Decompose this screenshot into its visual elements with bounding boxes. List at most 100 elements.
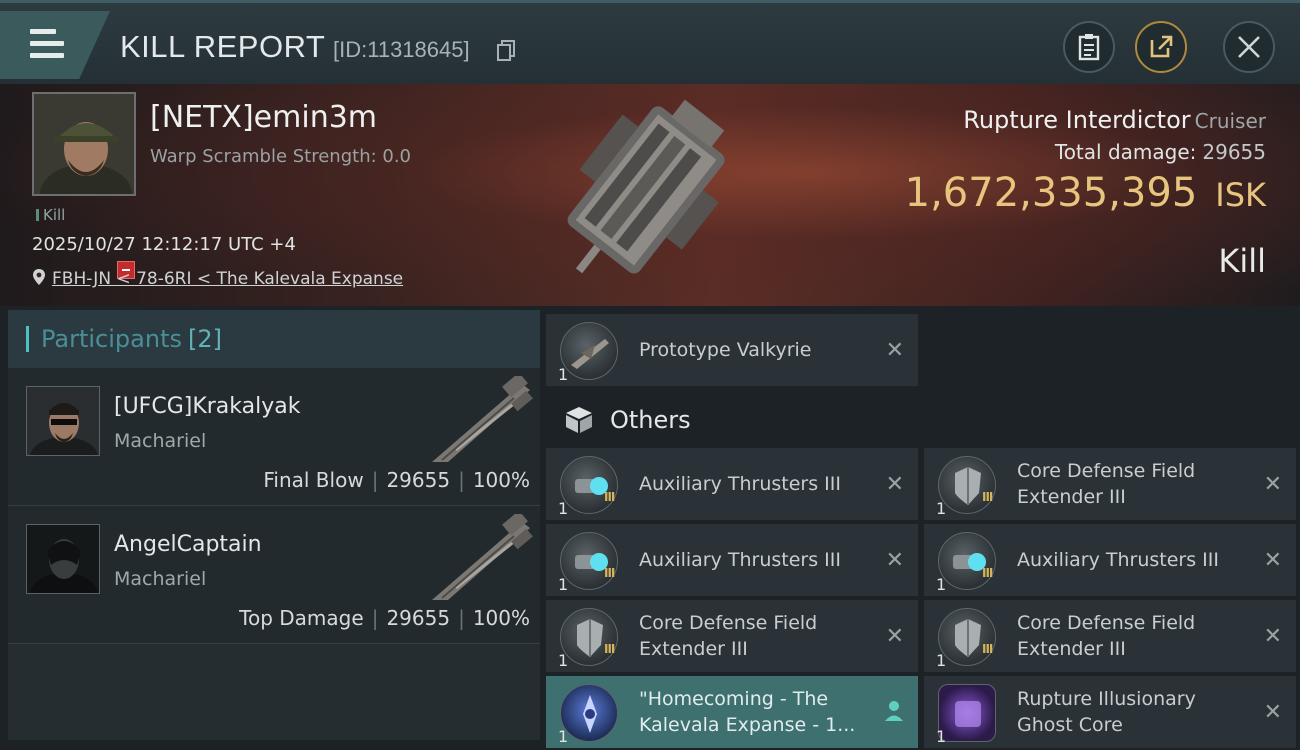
cube-icon	[566, 407, 592, 433]
item-quantity: 1	[558, 727, 569, 746]
participant-row[interactable]: AngelCaptain Machariel Top Damage | 29655 |…	[8, 506, 540, 644]
ship-class: Cruiser	[1194, 109, 1266, 133]
participant-percent: 100%	[472, 606, 530, 630]
close-icon	[1238, 36, 1260, 58]
kill-location[interactable]: FBH-JN < 78-6RI < The Kalevala Expanse	[32, 268, 403, 289]
portrait-image	[27, 387, 99, 455]
participant-avatar[interactable]	[26, 386, 100, 456]
item-name: Prototype Valkyrie	[639, 339, 812, 361]
clipboard-icon	[1078, 34, 1100, 61]
items-panel: 1 Prototype Valkyrie ✕ Others III 1 Auxi…	[546, 314, 1298, 750]
item-row[interactable]: 1 "Homecoming - The Kalevala Expanse - 1…	[546, 676, 918, 748]
drone-icon	[560, 322, 618, 380]
menu-button[interactable]	[0, 11, 110, 79]
others-section-header: Others	[546, 394, 1298, 446]
location-link[interactable]: FBH-JN < 78-6RI < The Kalevala Expanse	[52, 269, 403, 289]
participant-percent: 100%	[472, 468, 530, 492]
victim-avatar[interactable]	[32, 92, 136, 196]
participant-row[interactable]: [UFCG]Krakalyak Machariel Final Blow | 296…	[8, 368, 540, 506]
item-quantity: 1	[936, 651, 947, 670]
destroyed-icon: ✕	[885, 548, 904, 573]
participant-role: Final Blow	[263, 468, 364, 492]
victim-banner: [NETX]emin3m Warp Scramble Strength: 0.0…	[0, 84, 1300, 306]
total-damage-label: Total damage:	[1054, 140, 1197, 164]
thruster-icon	[560, 456, 618, 514]
destroyed-icon: ✕	[1263, 548, 1282, 573]
item-name: Core Defense Field Extender III	[639, 612, 818, 660]
destroyed-icon: ✕	[1263, 472, 1282, 497]
portrait-image	[34, 94, 134, 194]
participant-avatar[interactable]	[26, 524, 100, 594]
victim-ship-name[interactable]: Rupture Interdictor Cruiser	[963, 106, 1266, 134]
participants-panel: Participants [2] [UFCG]Krakalyak Machari…	[8, 310, 540, 740]
item-row[interactable]: III 1 Auxiliary Thrusters III ✕	[546, 448, 918, 520]
accent-bar	[26, 326, 29, 352]
share-button[interactable]	[1135, 21, 1187, 73]
item-row[interactable]: III 1 Core Defense Field Extender III ✕	[546, 600, 918, 672]
skin-icon	[560, 684, 618, 742]
item-name: Auxiliary Thrusters III	[1017, 549, 1219, 571]
item-tech-level: III	[604, 566, 615, 580]
copy-icon[interactable]	[497, 39, 517, 61]
warp-scramble-strength: Warp Scramble Strength: 0.0	[150, 146, 412, 167]
participant-damage: 29655	[386, 468, 451, 492]
item-tech-level: III	[982, 490, 993, 504]
others-label: Others	[610, 406, 691, 434]
item-quantity: 1	[558, 575, 569, 594]
destroyed-icon: ✕	[885, 624, 904, 649]
participants-label: Participants	[41, 325, 182, 353]
participants-header[interactable]: Participants [2]	[8, 310, 540, 368]
top-bar: KILL REPORT [ID:11318645]	[0, 0, 1300, 84]
participant-ship-image	[432, 376, 533, 462]
item-quantity: 1	[936, 727, 947, 746]
total-damage-value: 29655	[1202, 140, 1266, 164]
outcome-label: Kill	[1218, 242, 1266, 280]
item-row[interactable]: 1 Prototype Valkyrie ✕	[546, 314, 918, 386]
participant-name[interactable]: AngelCaptain	[114, 532, 262, 557]
thruster-icon	[560, 532, 618, 590]
item-name: Core Defense Field Extender III	[1017, 460, 1196, 508]
participant-role: Top Damage	[239, 606, 364, 630]
item-row[interactable]: III 1 Core Defense Field Extender III ✕	[924, 448, 1296, 520]
location-pin-icon	[33, 269, 45, 285]
participant-name[interactable]: [UFCG]Krakalyak	[114, 394, 300, 419]
item-row[interactable]: III 1 Auxiliary Thrusters III ✕	[546, 524, 918, 596]
destroyed-icon: ✕	[885, 472, 904, 497]
ghost-core-icon	[938, 684, 996, 742]
kill-datetime: 2025/10/27 12:12:17 UTC +4	[32, 234, 296, 255]
item-quantity: 1	[558, 365, 569, 384]
ship-name-text: Rupture Interdictor	[963, 106, 1191, 134]
page-title: KILL REPORT	[120, 29, 326, 64]
item-quantity: 1	[558, 651, 569, 670]
victim-name[interactable]: [NETX]emin3m	[150, 100, 377, 135]
participant-damage: 29655	[386, 606, 451, 630]
item-quantity: 1	[936, 499, 947, 518]
item-name: Core Defense Field Extender III	[1017, 612, 1196, 660]
destroyed-icon: ✕	[1263, 700, 1282, 725]
item-row[interactable]: III 1 Core Defense Field Extender III ✕	[924, 600, 1296, 672]
destroyed-icon: ✕	[885, 338, 904, 363]
item-name: Rupture Illusionary Ghost Core	[1017, 688, 1196, 736]
shield-extender-icon	[938, 456, 996, 514]
item-tech-level: III	[982, 642, 993, 656]
item-tech-level: III	[604, 642, 615, 656]
victim-ship-image	[567, 99, 725, 274]
hamburger-icon	[30, 29, 64, 65]
isk-unit: ISK	[1215, 176, 1266, 214]
item-quantity: 1	[558, 499, 569, 518]
item-row[interactable]: 1 Rupture Illusionary Ghost Core ✕	[924, 676, 1296, 748]
kill-tag: Kill	[36, 206, 65, 224]
participant-ship: Machariel	[114, 568, 207, 590]
participant-stats: Top Damage | 29655 | 100%	[239, 606, 530, 630]
item-tech-level: III	[604, 490, 615, 504]
item-row[interactable]: III 1 Auxiliary Thrusters III ✕	[924, 524, 1296, 596]
participant-stats: Final Blow | 29655 | 100%	[263, 468, 530, 492]
item-tech-level: III	[982, 566, 993, 580]
clipboard-button[interactable]	[1063, 21, 1115, 73]
item-name: Auxiliary Thrusters III	[639, 473, 841, 495]
total-damage: Total damage: 29655	[1055, 140, 1266, 164]
person-icon[interactable]	[884, 700, 904, 722]
item-name: "Homecoming - The Kalevala Expanse - 1..…	[639, 688, 856, 736]
close-button[interactable]	[1223, 21, 1275, 73]
shield-extender-icon	[560, 608, 618, 666]
